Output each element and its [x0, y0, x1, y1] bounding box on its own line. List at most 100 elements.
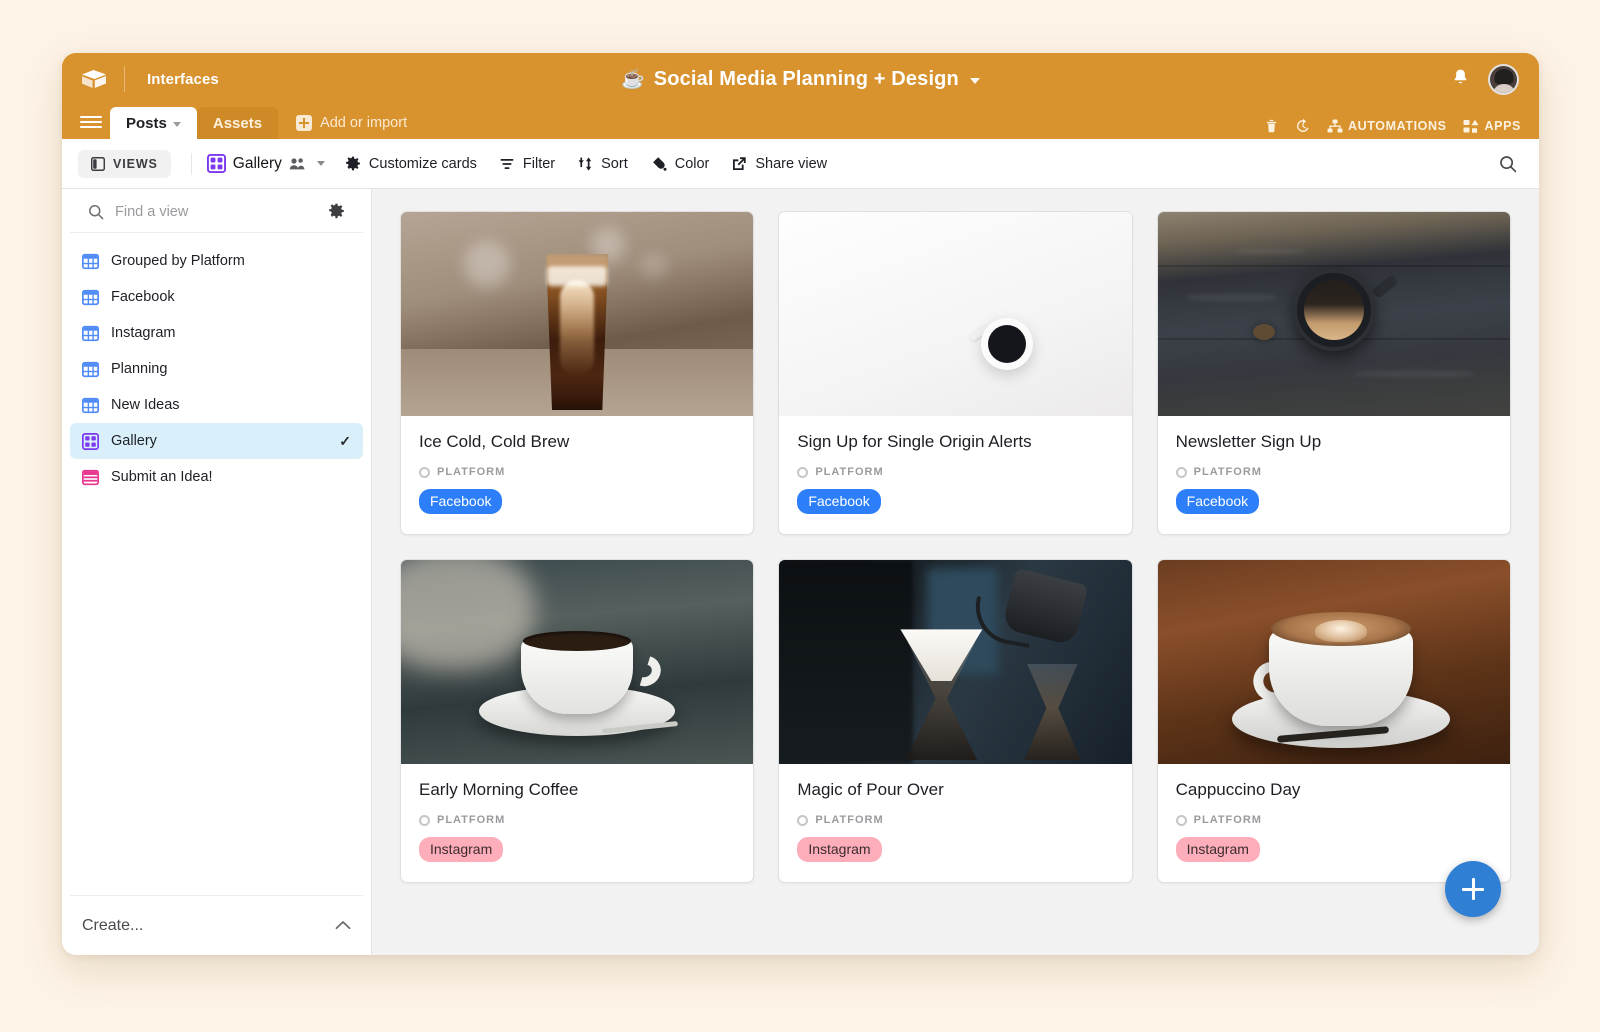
card-body: Early Morning Coffee PLATFORM Instagram [401, 764, 753, 882]
views-sidebar: Grouped by Platform Facebook [62, 189, 372, 955]
top-right-actions [1451, 64, 1519, 95]
checkmark-icon: ✓ [339, 433, 351, 450]
sort-button[interactable]: Sort [566, 149, 639, 179]
bell-icon[interactable] [1451, 67, 1470, 92]
gallery-card[interactable]: Sign Up for Single Origin Alerts PLATFOR… [778, 211, 1132, 535]
card-image-black-mug-wood [1158, 212, 1510, 416]
grid-table-icon [82, 361, 99, 378]
card-body: Sign Up for Single Origin Alerts PLATFOR… [779, 416, 1131, 534]
trash-icon[interactable] [1264, 118, 1279, 134]
search-icon[interactable] [1493, 149, 1523, 179]
toolbar-divider [191, 153, 192, 175]
status-badge: Instagram [797, 837, 881, 862]
hamburger-menu-icon[interactable] [80, 105, 102, 139]
paint-drop-icon [650, 156, 667, 172]
status-badge: Facebook [797, 489, 880, 514]
search-input[interactable] [115, 204, 317, 220]
sidebar-item-label: Submit an Idea! [111, 469, 351, 485]
card-image-cappuccino [1158, 560, 1510, 764]
funnel-icon [499, 156, 515, 172]
card-title: Newsletter Sign Up [1176, 432, 1492, 452]
sort-arrows-icon [577, 156, 593, 172]
chevron-down-icon[interactable] [173, 122, 181, 127]
interfaces-link[interactable]: Interfaces [147, 71, 219, 88]
add-or-import-label: Add or import [320, 115, 407, 131]
share-view-label: Share view [755, 156, 827, 172]
form-icon [82, 469, 99, 486]
chevron-up-icon[interactable] [335, 917, 351, 935]
card-title: Ice Cold, Cold Brew [419, 432, 735, 452]
sidebar-item-label: New Ideas [111, 397, 351, 413]
field-label-platform: PLATFORM [1176, 814, 1492, 826]
gallery-card[interactable]: Ice Cold, Cold Brew PLATFORM Facebook [400, 211, 754, 535]
field-name: PLATFORM [815, 814, 883, 826]
tab-posts[interactable]: Posts [110, 107, 197, 139]
history-icon[interactable] [1295, 118, 1311, 134]
apps-button[interactable]: APPS [1463, 119, 1521, 134]
sidebar-item-planning[interactable]: Planning [70, 351, 363, 387]
card-title: Cappuccino Day [1176, 780, 1492, 800]
views-toggle-button[interactable]: VIEWS [78, 150, 171, 178]
current-view-selector[interactable]: Gallery [198, 147, 334, 180]
app-body: Grouped by Platform Facebook [62, 189, 1539, 955]
automations-button[interactable]: AUTOMATIONS [1327, 119, 1447, 134]
sidebar-item-grouped-by-platform[interactable]: Grouped by Platform [70, 243, 363, 279]
field-name: PLATFORM [1194, 814, 1262, 826]
field-label-platform: PLATFORM [797, 814, 1113, 826]
avatar[interactable] [1488, 64, 1519, 95]
sidebar-item-new-ideas[interactable]: New Ideas [70, 387, 363, 423]
card-title: Magic of Pour Over [797, 780, 1113, 800]
brand-divider [124, 66, 125, 92]
filter-button[interactable]: Filter [488, 149, 566, 179]
card-grid: Ice Cold, Cold Brew PLATFORM Facebook [400, 211, 1511, 883]
sidebar-item-label: Gallery [111, 433, 327, 449]
customize-cards-button[interactable]: Customize cards [334, 149, 488, 179]
gear-icon[interactable] [328, 203, 345, 220]
status-badge: Instagram [419, 837, 503, 862]
table-tab-bar: Posts Assets Add or import [62, 105, 1539, 139]
grid-table-icon [82, 253, 99, 270]
card-body: Ice Cold, Cold Brew PLATFORM Facebook [401, 416, 753, 534]
tab-assets-label: Assets [213, 115, 262, 132]
views-label: VIEWS [113, 157, 158, 171]
color-label: Color [675, 156, 710, 172]
create-view-button[interactable]: Create... [70, 895, 363, 955]
gear-icon [345, 156, 361, 172]
field-name: PLATFORM [1194, 466, 1262, 478]
airtable-cube-icon[interactable] [79, 65, 109, 93]
sidebar-item-label: Instagram [111, 325, 351, 341]
gallery-grid-icon [82, 433, 99, 450]
page-title[interactable]: Social Media Planning + Design [654, 68, 959, 91]
gallery-card[interactable]: Magic of Pour Over PLATFORM Instagram [778, 559, 1132, 883]
current-view-name: Gallery [233, 155, 282, 173]
status-badge: Facebook [419, 489, 502, 514]
apps-label: APPS [1485, 119, 1521, 133]
automations-label: AUTOMATIONS [1348, 119, 1447, 133]
chevron-down-icon[interactable] [970, 78, 980, 84]
status-badge: Facebook [1176, 489, 1259, 514]
gallery-card[interactable]: Early Morning Coffee PLATFORM Instagram [400, 559, 754, 883]
sidebar-panel-icon [91, 157, 105, 171]
share-view-button[interactable]: Share view [720, 149, 838, 179]
color-button[interactable]: Color [639, 149, 721, 179]
coffee-cup-icon: ☕ [621, 70, 645, 89]
page-root: Interfaces ☕ Social Media Planning + Des… [0, 0, 1600, 1032]
gallery-grid-area: Ice Cold, Cold Brew PLATFORM Facebook [372, 189, 1539, 955]
card-body: Magic of Pour Over PLATFORM Instagram [779, 764, 1131, 882]
gallery-card[interactable]: Newsletter Sign Up PLATFORM Facebook [1157, 211, 1511, 535]
add-record-button[interactable] [1445, 861, 1501, 917]
gallery-card[interactable]: Cappuccino Day PLATFORM Instagram [1157, 559, 1511, 883]
chevron-down-icon[interactable] [317, 161, 325, 166]
sidebar-item-gallery[interactable]: Gallery ✓ [70, 423, 363, 459]
customize-cards-label: Customize cards [369, 156, 477, 172]
add-or-import-button[interactable]: Add or import [284, 107, 419, 139]
share-external-icon [731, 156, 747, 172]
tab-assets[interactable]: Assets [197, 107, 278, 139]
card-title: Sign Up for Single Origin Alerts [797, 432, 1113, 452]
single-select-icon [1176, 815, 1187, 826]
sidebar-item-instagram[interactable]: Instagram [70, 315, 363, 351]
sidebar-item-facebook[interactable]: Facebook [70, 279, 363, 315]
view-toolbar: VIEWS Gallery [62, 139, 1539, 189]
sidebar-item-submit-an-idea[interactable]: Submit an Idea! [70, 459, 363, 495]
field-name: PLATFORM [815, 466, 883, 478]
